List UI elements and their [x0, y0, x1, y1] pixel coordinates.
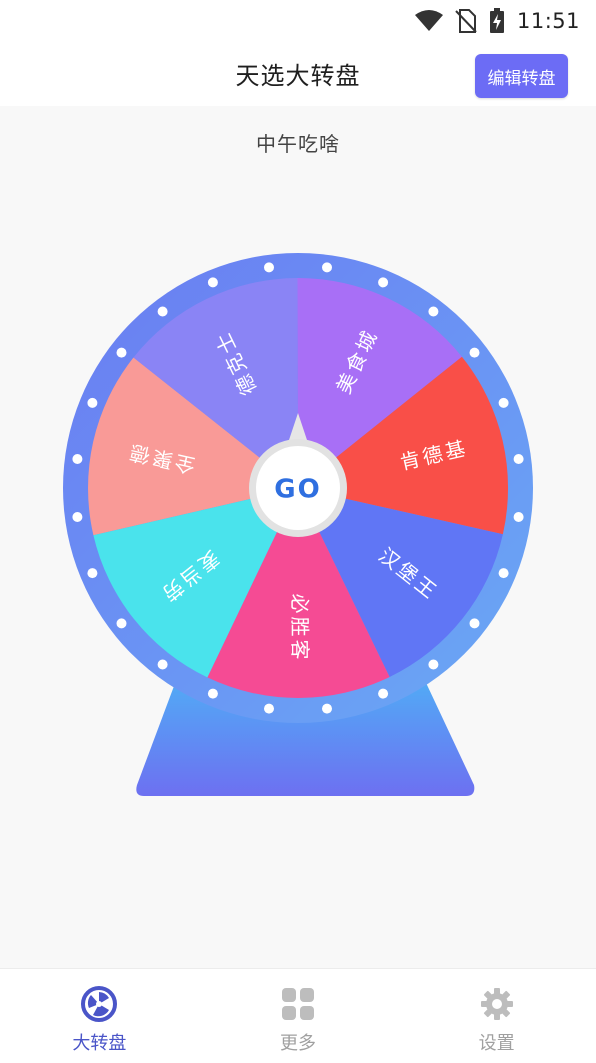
rim-light [469, 347, 480, 358]
rim-light [498, 568, 509, 579]
rim-light [207, 688, 218, 699]
rim-light [87, 397, 98, 408]
tab-bar: 大转盘 更多 设置 [0, 968, 596, 1063]
rim-light [428, 659, 439, 670]
rim-light [378, 277, 389, 288]
header: 天选大转盘 编辑转盘 [0, 42, 596, 106]
wheel-icon [80, 985, 118, 1023]
tab-more[interactable]: 更多 [199, 969, 398, 1063]
rim-light [322, 262, 332, 273]
rim-light [157, 306, 168, 317]
rim-light [72, 454, 83, 464]
rim-light [322, 703, 332, 714]
no-sim-icon [455, 9, 477, 33]
tab-label: 设置 [478, 1033, 515, 1054]
go-button-label[interactable]: GO [274, 475, 321, 505]
edit-wheel-button[interactable]: 编辑转盘 [475, 54, 568, 98]
rim-light [207, 277, 218, 288]
rim-light [157, 659, 168, 670]
prize-wheel[interactable]: 全聚德德克士 美食城肯德基汉堡王必胜客麦当劳GO [0, 250, 596, 810]
wifi-icon [414, 10, 443, 32]
rim-light [498, 397, 509, 408]
rim-light [264, 262, 274, 273]
rim-light [513, 512, 524, 522]
tab-settings[interactable]: 设置 [397, 969, 596, 1063]
wheel-title: 中午吃啥 [256, 132, 340, 156]
gear-icon [478, 985, 516, 1023]
rim-light [513, 454, 524, 464]
rim-light [469, 618, 480, 629]
grid-icon [279, 985, 317, 1023]
rim-light [378, 688, 389, 699]
rim-light [428, 306, 439, 317]
battery-charging-icon [489, 8, 505, 34]
rim-light [72, 512, 83, 522]
tab-wheel[interactable]: 大转盘 [0, 969, 199, 1063]
status-bar: 11:51 [0, 0, 596, 42]
tab-label: 更多 [280, 1033, 316, 1054]
tab-label: 大转盘 [72, 1033, 127, 1054]
rim-light [116, 347, 127, 358]
wheel-segment-label: 必胜客 [288, 593, 312, 662]
wheel-area: 全聚德 德克士 美食城 肯德基 汉堡王 必胜客 麦当劳 GO [0, 250, 596, 810]
rim-light [87, 568, 98, 579]
rim-light [116, 618, 127, 629]
status-time: 11:51 [516, 9, 580, 33]
rim-light [264, 703, 274, 714]
